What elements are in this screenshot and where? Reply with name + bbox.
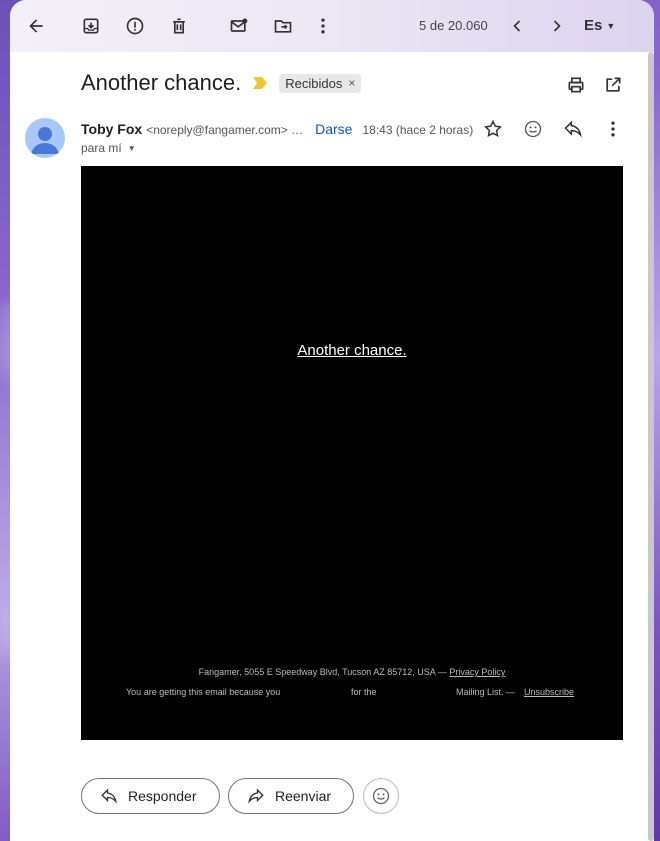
message-counter: 5 de 20.060	[419, 18, 488, 33]
unsubscribe-link[interactable]: Darse	[315, 121, 352, 137]
footer-reason-a: You are getting this email because you	[126, 687, 281, 697]
forward-button[interactable]: Reenviar	[228, 778, 354, 814]
recipient-details-toggle[interactable]: para mí ▼	[81, 141, 136, 155]
reply-button-label: Responder	[128, 788, 197, 804]
reply-button[interactable]: Responder	[81, 778, 220, 814]
footer-address: Fangamer, 5055 E Speedway Blvd, Tucson A…	[81, 667, 623, 677]
mark-unread-icon[interactable]	[228, 15, 250, 37]
label-chip-inbox[interactable]: Recibidos ×	[279, 73, 362, 93]
body-title-link[interactable]: Another chance.	[81, 342, 623, 359]
footer-reason-c: Mailing List. —	[456, 687, 516, 697]
back-arrow-icon[interactable]	[25, 15, 47, 37]
message-time: 18:43 (hace 2 horas)	[362, 123, 474, 137]
label-chip-text: Recibidos	[285, 75, 343, 91]
print-icon[interactable]	[565, 74, 587, 96]
forward-icon	[248, 788, 264, 804]
emoji-icon	[372, 787, 390, 805]
footer-reason-b: for the	[351, 687, 377, 697]
sender-row: Toby Fox <noreply@fangamer.com> … Darse …	[81, 121, 473, 137]
move-to-icon[interactable]	[272, 15, 294, 37]
reply-icon	[101, 788, 117, 804]
importance-marker-icon[interactable]	[253, 77, 268, 89]
delete-icon[interactable]	[168, 15, 190, 37]
remove-label-icon[interactable]: ×	[348, 76, 355, 90]
language-label: Es	[584, 17, 603, 34]
recipient-label: para mí	[81, 141, 122, 155]
subject-row: Another chance. Recibidos ×	[81, 70, 362, 96]
caret-down-icon: ▼	[127, 143, 136, 153]
toolbar: 5 de 20.060 Es ▼	[10, 0, 654, 52]
caret-down-icon: ▼	[606, 20, 616, 31]
star-icon[interactable]	[482, 118, 504, 140]
sender-avatar[interactable]	[25, 118, 65, 158]
report-spam-icon[interactable]	[124, 15, 146, 37]
privacy-policy-link[interactable]: Privacy Policy	[449, 667, 505, 677]
reply-icon[interactable]	[562, 118, 584, 140]
older-chevron-icon[interactable]	[546, 15, 568, 37]
archive-icon[interactable]	[80, 15, 102, 37]
footer-address-text: Fangamer, 5055 E Speedway Blvd, Tucson A…	[198, 667, 447, 677]
message-more-icon[interactable]	[602, 118, 624, 140]
sender-email: <noreply@fangamer.com> …	[146, 123, 304, 137]
emoji-react-button[interactable]	[363, 778, 399, 814]
scrollbar[interactable]	[648, 52, 654, 841]
more-vert-icon[interactable]	[312, 15, 334, 37]
emoji-reaction-icon[interactable]	[522, 118, 544, 140]
input-language-selector[interactable]: Es ▼	[584, 17, 615, 34]
email-subject: Another chance.	[81, 70, 242, 95]
sender-name[interactable]: Toby Fox	[81, 121, 142, 137]
footer-unsubscribe-link[interactable]: Unsubscribe	[524, 687, 574, 697]
email-panel: 5 de 20.060 Es ▼ Another chance. Recibid…	[10, 0, 654, 841]
newer-chevron-icon[interactable]	[506, 15, 528, 37]
open-new-window-icon[interactable]	[602, 74, 624, 96]
email-body: Another chance. Fangamer, 5055 E Speedwa…	[81, 166, 623, 740]
forward-button-label: Reenviar	[275, 788, 332, 804]
